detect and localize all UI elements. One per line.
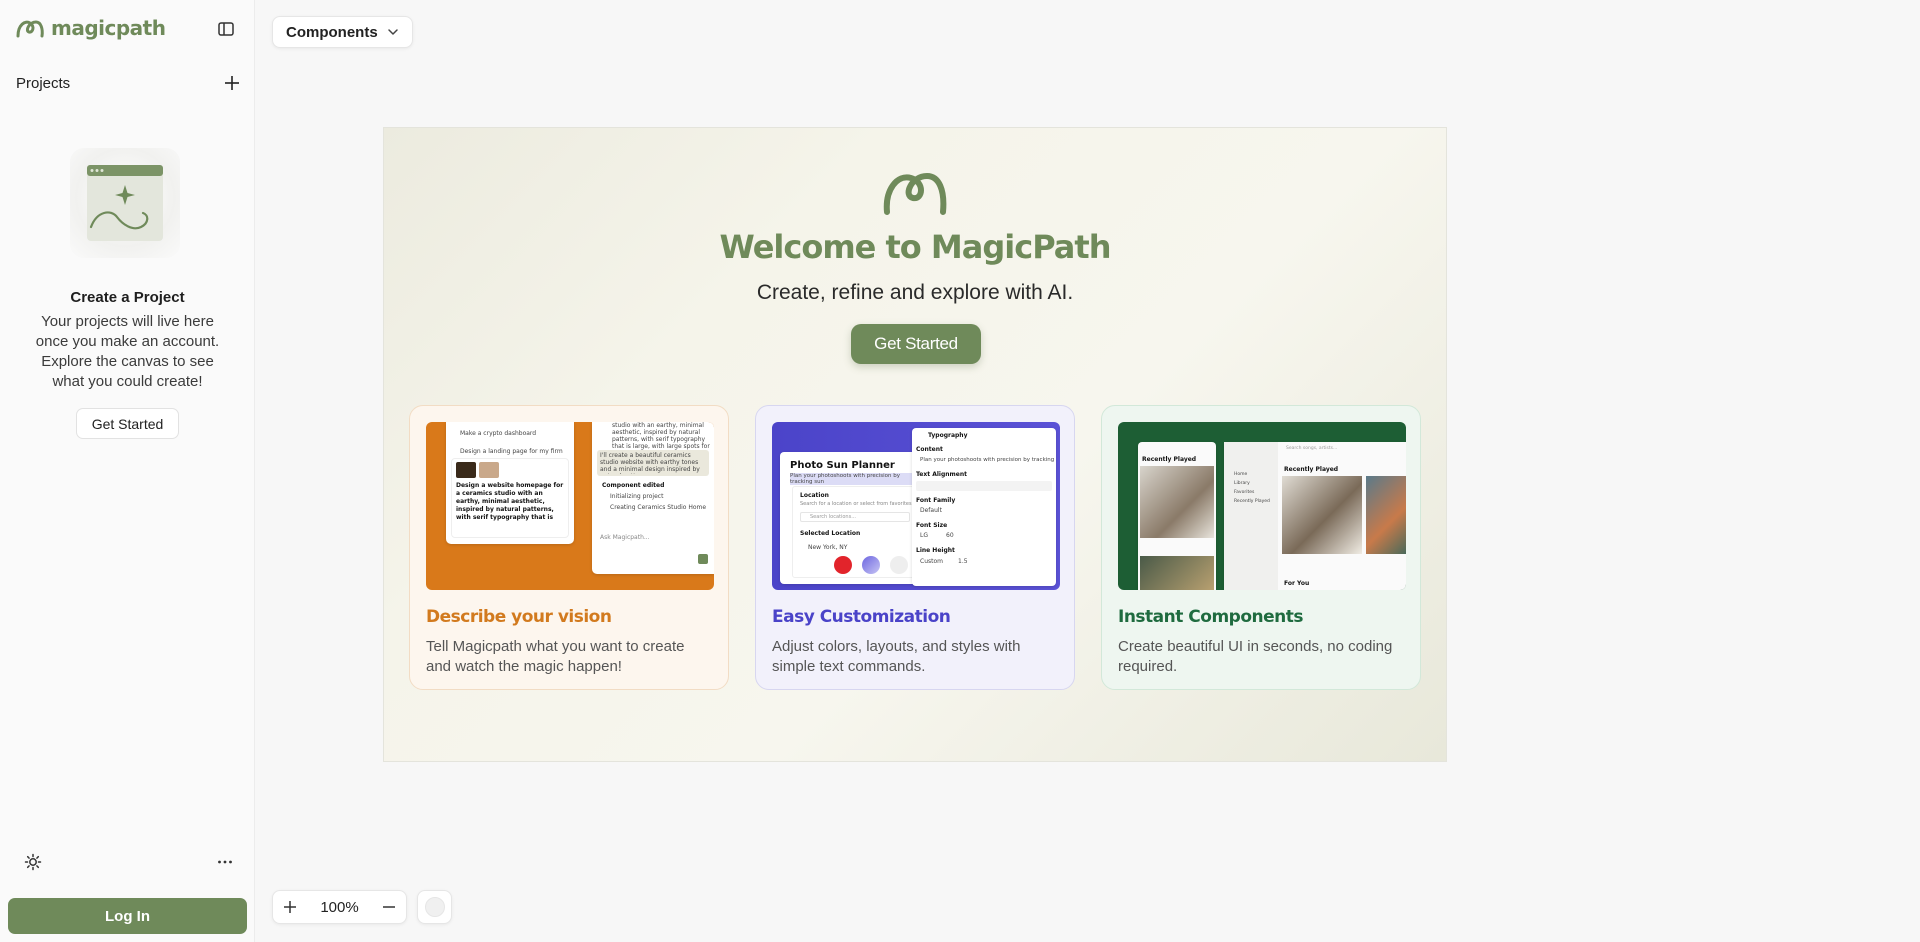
canvas-window-icon [87,165,163,241]
sidebar: magicpath Projects Create a Project Your… [0,0,255,942]
color-swatch-icon [424,897,445,917]
feature-describe-preview: Make a crypto dashboard Design a landing… [426,422,714,590]
feature-components-title: Instant Components [1118,607,1304,627]
projects-label: Projects [16,74,71,92]
components-dropdown-label: Components [286,23,378,41]
feature-customization-title: Easy Customization [772,607,951,627]
magicpath-hero-logo-icon [883,172,947,215]
feature-describe-title: Describe your vision [426,607,612,627]
magicpath-logo-icon [16,20,44,38]
hero-title: Welcome to MagicPath [719,228,1112,266]
background-color-button[interactable] [417,890,452,924]
hero-get-started-button[interactable]: Get Started [851,324,981,364]
projects-header: Projects [16,74,241,92]
empty-state-title: Create a Project [70,289,185,306]
more-options-icon[interactable] [216,853,234,871]
feature-card-components[interactable]: Recently Played Home Library Favorites R… [1101,405,1421,690]
empty-state-description: Your projects will live here once you ma… [35,313,220,390]
empty-state-illustration [70,148,180,258]
feature-customization-preview: Photo Sun Planner Plan your photoshoots … [772,422,1060,590]
feature-card-describe[interactable]: Make a crypto dashboard Design a landing… [409,405,729,690]
sidebar-toggle-icon[interactable] [217,20,235,38]
welcome-frame: Welcome to MagicPath Create, refine and … [383,127,1447,762]
feature-components-desc: Create beautiful UI in seconds, no codin… [1118,638,1393,675]
chevron-down-icon [387,29,398,35]
add-project-icon[interactable] [223,74,241,92]
sidebar-get-started-button[interactable]: Get Started [76,408,179,439]
hero-subtitle: Create, refine and explore with AI. [756,281,1074,304]
zoom-in-icon[interactable] [281,898,299,916]
feature-customization-desc: Adjust colors, layouts, and styles with … [772,638,1021,675]
zoom-out-icon[interactable] [380,898,398,916]
brand-name: magicpath [51,16,166,40]
brand[interactable]: magicpath [15,16,166,40]
zoom-controls: 100% [272,890,407,924]
feature-card-customization[interactable]: Photo Sun Planner Plan your photoshoots … [755,405,1075,690]
feature-components-preview: Recently Played Home Library Favorites R… [1118,422,1406,590]
components-dropdown[interactable]: Components [272,16,413,48]
theme-toggle-sun-icon[interactable] [24,853,42,871]
feature-describe-desc: Tell Magicpath what you want to create a… [426,638,685,675]
login-button[interactable]: Log In [8,898,247,934]
zoom-level[interactable]: 100% [320,899,358,916]
